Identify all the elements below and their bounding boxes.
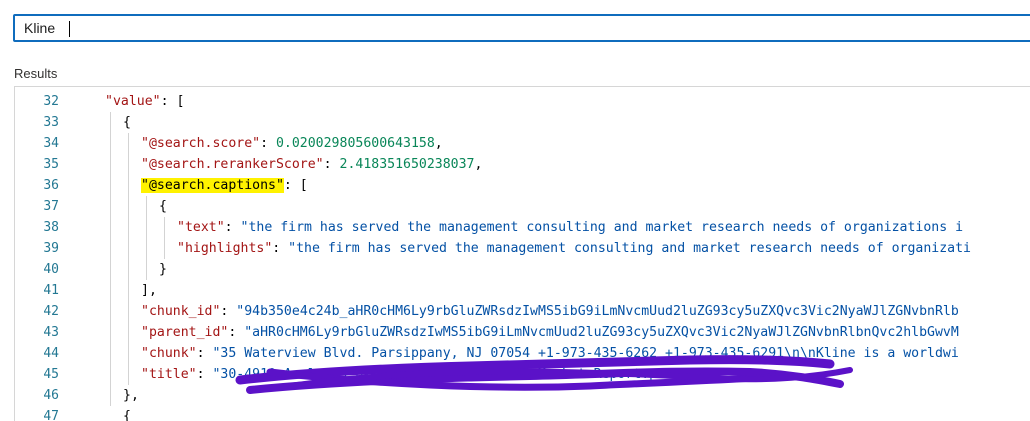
code-token: :	[323, 157, 340, 172]
search-query-box[interactable]	[13, 14, 1030, 42]
code-token: :	[228, 325, 245, 340]
code-token: "aHR0cHM6Ly9rbGluZWRsdzIwMS5ibG9iLmNvcmU…	[244, 325, 959, 340]
code-line: "title": "30-4910 Analysis of Specialty …	[141, 364, 681, 385]
highlighted-key: "@search.captions"	[141, 178, 284, 193]
code-token: :	[272, 241, 289, 256]
code-token: 0.020029805600643158	[275, 136, 435, 151]
code-token: "value"	[105, 94, 161, 109]
code-line: {	[123, 406, 131, 421]
code-token: {	[159, 199, 167, 214]
indent-guide	[146, 196, 147, 280]
code-line: ],	[141, 280, 157, 301]
code-token: ],	[141, 283, 157, 298]
search-explorer-page: Results 32333435363738394041424344454647…	[0, 0, 1030, 421]
code-token: : [	[283, 178, 308, 193]
code-token: "the firm has served the management cons…	[288, 241, 971, 256]
search-input[interactable]	[24, 19, 924, 37]
results-json-editor[interactable]: 32 33 34 35 36 37 38 39 40 41 42 43 44 45 46 47 "value"…	[14, 86, 1030, 421]
code-line: }	[159, 259, 167, 280]
code-line: },	[123, 385, 139, 406]
code-token: "text"	[177, 220, 225, 235]
code-token: ,	[474, 157, 483, 172]
code-line: "chunk": "35 Waterview Blvd. Parsippany,…	[141, 343, 959, 364]
code-token: :	[220, 304, 237, 319]
results-label: Results	[14, 66, 58, 81]
code-token: :	[260, 136, 276, 151]
text-caret	[69, 21, 70, 37]
code-line: {	[159, 196, 167, 217]
code-token: "chunk_id"	[141, 304, 221, 319]
code-line: "@search.captions": [	[141, 175, 308, 196]
indent-guide	[128, 133, 129, 385]
code-line: "parent_id": "aHR0cHM6Ly9rbGluZWRsdzIwMS…	[141, 322, 959, 343]
code-line: "@search.score": 0.020029805600643158,	[141, 133, 443, 154]
code-line: "highlights": "the firm has served the m…	[177, 238, 971, 259]
code-token: "chunk"	[141, 346, 197, 361]
code-token: "highlights"	[177, 241, 273, 256]
code-line: "@search.rerankerScore": 2.4183516502380…	[141, 154, 482, 175]
code-token: ,	[434, 136, 443, 151]
code-token: :	[196, 346, 213, 361]
code-token: 2.418351650238037	[339, 157, 475, 172]
code-token: "30-4910 Analysis of Specialty Chemicals…	[212, 367, 681, 382]
code-line: "value": [	[105, 91, 184, 112]
code-token: "35 Waterview Blvd. Parsippany, NJ 07054…	[212, 346, 959, 361]
code-line: {	[123, 112, 131, 133]
code-token: :	[224, 220, 241, 235]
code-token: :	[196, 367, 213, 382]
code-token: {	[123, 115, 131, 130]
indent-guide	[110, 112, 111, 406]
code-token: : [	[160, 94, 185, 109]
code-line: "text": "the firm has served the managem…	[177, 217, 963, 238]
json-code-area: "value": [{"@search.score": 0.0200298056…	[15, 87, 1030, 421]
indent-guide	[164, 217, 165, 259]
code-token: "parent_id"	[141, 325, 229, 340]
code-token: "the firm has served the management cons…	[240, 220, 964, 235]
code-token: {	[123, 409, 131, 421]
code-token: },	[123, 388, 139, 403]
code-token: "title"	[141, 367, 197, 382]
code-token: "@search.rerankerScore"	[141, 157, 324, 172]
code-token: }	[159, 262, 167, 277]
code-line: "chunk_id": "94b350e4c24b_aHR0cHM6Ly9rbG…	[141, 301, 959, 322]
code-token: "94b350e4c24b_aHR0cHM6Ly9rbGluZWRsdzIwMS…	[236, 304, 959, 319]
code-token: "@search.score"	[141, 136, 261, 151]
